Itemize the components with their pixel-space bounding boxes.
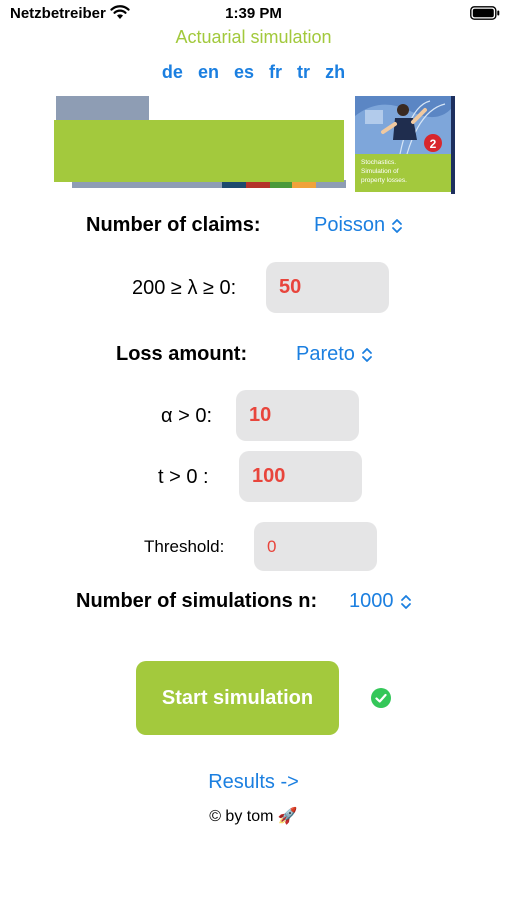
lang-es-link[interactable]: es — [234, 62, 254, 82]
footer-credit: © by tom 🚀 — [209, 808, 298, 825]
simulations-label: Number of simulations n: — [76, 590, 318, 612]
chevron-up-down-icon — [362, 347, 372, 362]
loss-distribution-value: Pareto — [296, 343, 355, 365]
claims-label: Number of claims: — [86, 214, 261, 236]
lang-en-link[interactable]: en — [198, 62, 219, 82]
loss-amount-label: Loss amount: — [116, 343, 248, 365]
banner-graphic — [54, 96, 346, 188]
lang-fr-link[interactable]: fr — [269, 62, 282, 82]
results-link[interactable]: Results -> — [0, 771, 507, 794]
alpha-label: α > 0: — [161, 405, 213, 427]
threshold-input[interactable]: 0 — [254, 522, 377, 571]
cover-text-line1: Stochastics. — [361, 159, 396, 166]
status-time: 1:39 PM — [225, 5, 282, 22]
cover-text-line3: property losses. — [361, 177, 407, 184]
language-selector: de en es fr tr zh — [0, 62, 507, 83]
claims-distribution-picker[interactable]: Poisson — [314, 214, 403, 237]
alpha-value: 10 — [249, 404, 272, 426]
chevron-up-down-icon — [392, 218, 403, 233]
battery-icon — [470, 6, 500, 20]
chevron-up-down-icon — [400, 594, 411, 609]
t-value: 100 — [252, 465, 286, 487]
alpha-input[interactable]: 10 — [236, 390, 359, 441]
checkmark-circle-icon — [371, 688, 391, 708]
claims-distribution-value: Poisson — [314, 214, 386, 236]
lang-de-link[interactable]: de — [162, 62, 183, 82]
cover-text-line2: Simulation of — [361, 168, 399, 175]
lambda-label: 200 ≥ λ ≥ 0: — [132, 277, 237, 299]
t-label: t > 0 : — [158, 466, 209, 488]
lambda-input[interactable]: 50 — [266, 262, 389, 313]
app-title: Actuarial simulation — [175, 27, 332, 47]
lang-tr-link[interactable]: tr — [297, 62, 310, 82]
book-cover-image: 2 Stochastics. Simulation of property lo… — [355, 96, 455, 194]
threshold-value: 0 — [267, 536, 277, 556]
loss-distribution-picker[interactable]: Pareto — [296, 343, 373, 366]
threshold-label: Threshold: — [144, 537, 225, 556]
cover-badge: 2 — [430, 137, 437, 151]
lambda-value: 50 — [279, 276, 302, 298]
t-input[interactable]: 100 — [239, 451, 362, 502]
simulations-picker[interactable]: 1000 — [349, 590, 412, 613]
simulations-value: 1000 — [349, 590, 394, 612]
start-simulation-button[interactable]: Start simulation — [136, 661, 339, 735]
lang-zh-link[interactable]: zh — [325, 62, 345, 82]
